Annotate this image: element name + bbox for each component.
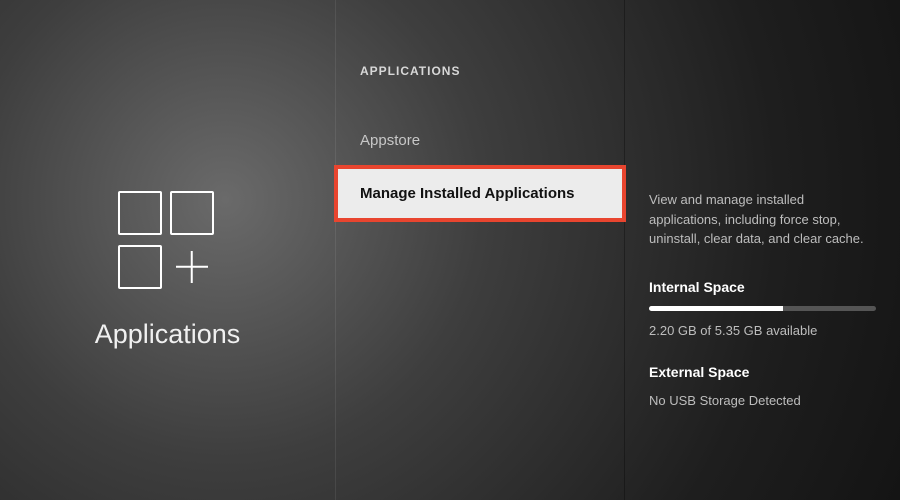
applications-icon	[118, 191, 218, 291]
internal-space-progress-fill	[649, 306, 783, 311]
left-pane: Applications	[0, 0, 335, 500]
section-header: APPLICATIONS	[336, 64, 624, 114]
left-title: Applications	[95, 319, 241, 350]
square-icon	[170, 191, 214, 235]
internal-space-text: 2.20 GB of 5.35 GB available	[649, 321, 876, 341]
external-space-status: No USB Storage Detected	[649, 391, 876, 411]
menu-item-appstore[interactable]: Appstore	[336, 114, 624, 167]
square-icon	[118, 245, 162, 289]
internal-space-title: Internal Space	[649, 277, 876, 298]
internal-space-progress	[649, 306, 876, 311]
external-space-title: External Space	[649, 362, 876, 383]
item-description: View and manage installed applications, …	[649, 190, 876, 249]
square-icon	[118, 191, 162, 235]
detail-pane: View and manage installed applications, …	[625, 0, 900, 500]
menu-item-manage-installed-applications[interactable]: Manage Installed Applications	[336, 167, 624, 220]
menu-pane: APPLICATIONS Appstore Manage Installed A…	[335, 0, 625, 500]
plus-icon	[170, 245, 214, 289]
